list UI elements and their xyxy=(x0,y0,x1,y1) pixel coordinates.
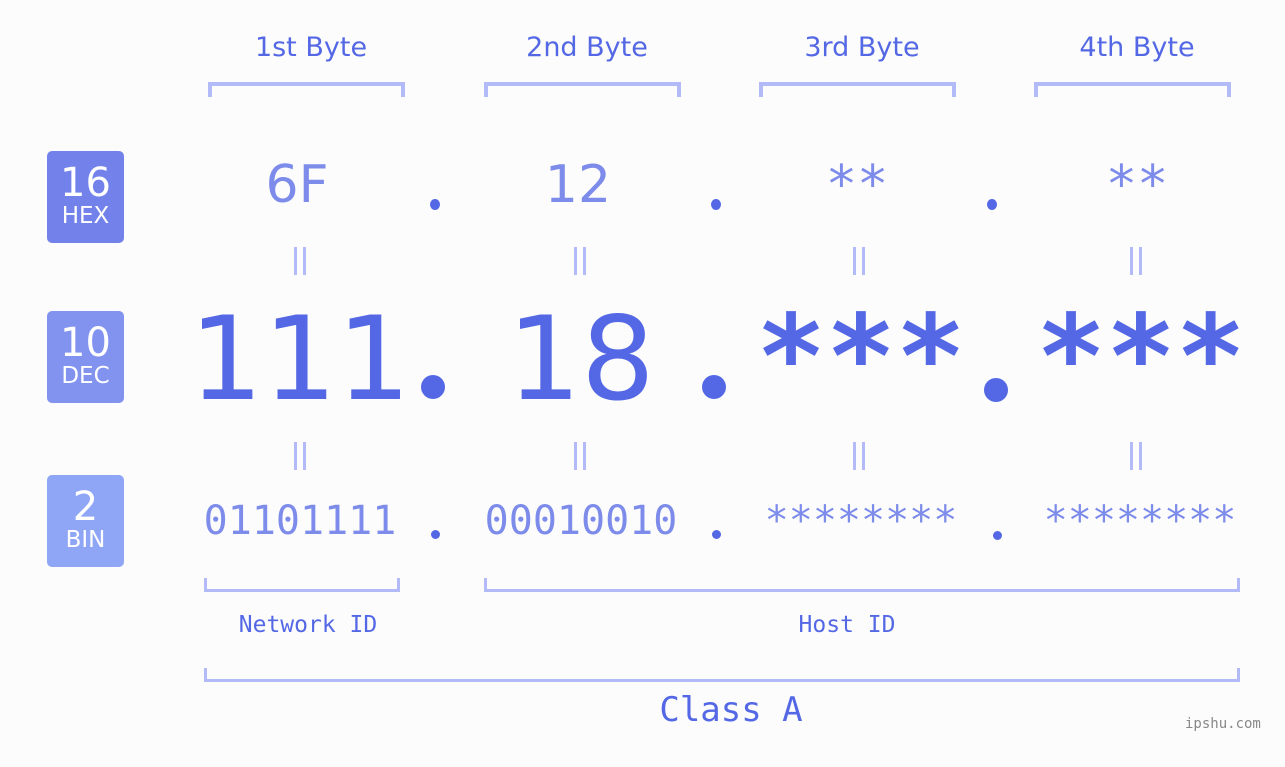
hex-octet-3: ** xyxy=(825,155,889,215)
equals-icon xyxy=(573,442,587,470)
dec-octet-3: *** xyxy=(756,290,966,425)
equals-icon xyxy=(293,247,307,275)
network-id-bracket xyxy=(204,578,400,592)
bin-octet-1: 01101111 xyxy=(203,498,397,544)
hex-separator-dot xyxy=(430,199,440,210)
byte-bracket-1 xyxy=(208,82,405,97)
dec-separator-dot xyxy=(421,375,445,399)
class-bracket xyxy=(204,668,1240,682)
hex-separator-dot xyxy=(987,199,997,210)
equals-icon xyxy=(1129,442,1143,470)
dec-badge-number: 10 xyxy=(60,320,111,366)
hex-badge-number: 16 xyxy=(60,160,111,206)
bin-badge-number: 2 xyxy=(72,484,99,530)
network-id-label: Network ID xyxy=(238,612,378,638)
bin-separator-dot xyxy=(431,530,440,539)
bin-badge-label: BIN xyxy=(65,527,106,553)
class-label: Class A xyxy=(659,690,803,730)
byte-bracket-3 xyxy=(759,82,956,97)
dec-separator-dot xyxy=(702,375,726,399)
equals-icon xyxy=(1129,247,1143,275)
dec-separator-dot xyxy=(984,378,1008,402)
byte-header-2: 2nd Byte xyxy=(526,32,648,63)
bin-octet-4: ******** xyxy=(1043,498,1237,544)
equals-icon xyxy=(852,247,866,275)
byte-header-4: 4th Byte xyxy=(1079,32,1195,63)
hex-octet-1: 6F xyxy=(265,155,329,215)
hex-badge: 16 HEX xyxy=(47,151,124,243)
dec-octet-1: 111 xyxy=(189,292,411,427)
hex-octet-2: 12 xyxy=(544,155,612,215)
equals-icon xyxy=(573,247,587,275)
dec-badge-label: DEC xyxy=(61,363,110,389)
byte-bracket-2 xyxy=(484,82,681,97)
byte-header-1: 1st Byte xyxy=(254,32,368,63)
bin-octet-2: 00010010 xyxy=(484,498,678,544)
dec-octet-2: 18 xyxy=(507,292,655,427)
bin-badge: 2 BIN xyxy=(47,475,124,567)
host-id-bracket xyxy=(484,578,1240,592)
byte-header-3: 3rd Byte xyxy=(804,32,920,63)
host-id-label: Host ID xyxy=(798,612,896,638)
hex-badge-label: HEX xyxy=(61,203,110,229)
equals-icon xyxy=(852,442,866,470)
bin-separator-dot xyxy=(993,531,1002,540)
byte-bracket-4 xyxy=(1034,82,1231,97)
equals-icon xyxy=(293,442,307,470)
bin-octet-3: ******** xyxy=(764,498,958,544)
bin-separator-dot xyxy=(712,530,721,539)
dec-badge: 10 DEC xyxy=(47,311,124,403)
dec-octet-4: *** xyxy=(1036,290,1246,425)
hex-octet-4: ** xyxy=(1105,155,1169,215)
watermark: ipshu.com xyxy=(1185,716,1261,732)
hex-separator-dot xyxy=(711,199,721,210)
